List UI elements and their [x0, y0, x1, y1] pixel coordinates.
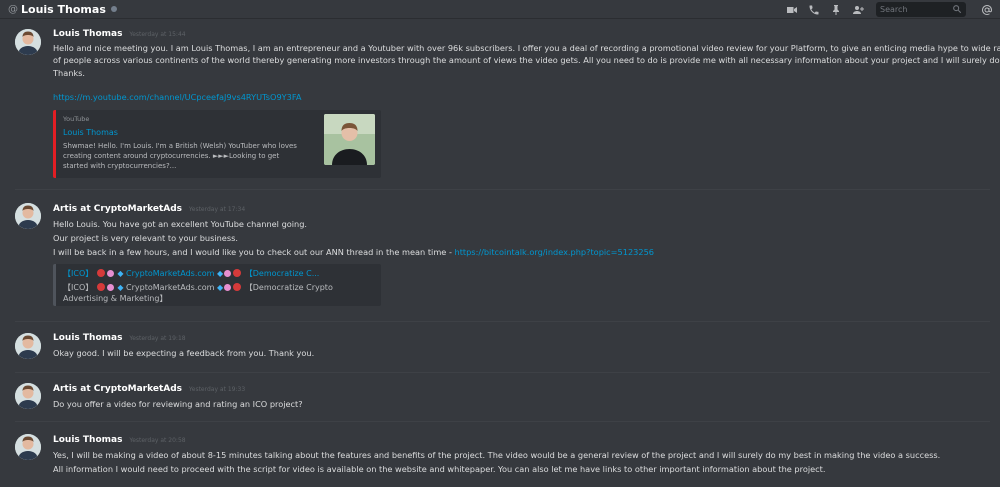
pin-icon[interactable] [828, 2, 844, 18]
message-author[interactable]: Louis Thomas [53, 29, 122, 39]
message-body: Artis at CryptoMarketAds Yesterday at 19… [53, 384, 990, 411]
message-text: Okay good. I will be expecting a feedbac… [53, 348, 315, 358]
link-embed: YouTube Louis Thomas Shwmae! Hello. I'm … [53, 110, 381, 178]
message-text: Yes, I will be making a video of about 8… [53, 450, 941, 460]
avatar[interactable] [15, 203, 41, 229]
message-author[interactable]: Artis at CryptoMarketAds [53, 384, 182, 394]
video-call-icon[interactable] [784, 2, 800, 18]
embed-description: Advertising & Marketing】 [63, 294, 168, 303]
no-entry-icon [96, 283, 105, 291]
diamond-icon: ◆ [217, 269, 224, 278]
rocket-icon [224, 284, 232, 291]
message-text: I will be back in a few hours, and I wou… [53, 247, 655, 257]
embed-description: Shwmae! Hello. I'm Louis. I'm a British … [63, 142, 297, 170]
message-divider [15, 372, 990, 373]
message-body: Louis Thomas Yesterday at 19:18 Okay goo… [53, 333, 990, 360]
embed-provider: YouTube [63, 115, 90, 123]
message-author[interactable]: Louis Thomas [53, 435, 122, 445]
message-author[interactable]: Louis Thomas [53, 333, 122, 343]
search-input[interactable] [876, 2, 946, 17]
mention-icon[interactable] [980, 3, 994, 17]
search-box[interactable] [876, 2, 966, 17]
embed-title[interactable]: 【ICO】 ◆ CryptoMarketAds.com ◆ 【Democrati… [63, 268, 319, 279]
message-author[interactable]: Artis at CryptoMarketAds [53, 204, 182, 214]
message-body: Louis Thomas Yesterday at 15:44 Hello an… [53, 29, 1000, 104]
message-text: Our project is very relevant to your bus… [53, 233, 238, 243]
embed-title[interactable]: Louis Thomas [63, 128, 118, 137]
embed-description: 【ICO】 ◆ CryptoMarketAds.com ◆ 【Democrati… [63, 283, 333, 292]
avatar[interactable] [15, 434, 41, 460]
bitcointalk-link[interactable]: https://bitcointalk.org/index.php?topic=… [455, 247, 655, 257]
avatar[interactable] [15, 383, 41, 409]
search-icon [953, 5, 962, 14]
message-divider [15, 421, 990, 422]
channel-title: Louis Thomas [21, 2, 106, 16]
at-icon: @ [8, 3, 18, 15]
avatar[interactable] [15, 333, 41, 359]
message-divider [15, 321, 990, 322]
voice-call-icon[interactable] [806, 2, 822, 18]
diamond-icon: ◆ [117, 269, 124, 278]
rocket-icon [106, 270, 114, 277]
embed-thumbnail[interactable] [324, 114, 375, 165]
rocket-icon [224, 270, 232, 277]
header-toolbar [778, 0, 1000, 19]
add-friend-icon[interactable] [850, 2, 866, 18]
message-text: of people across various continents of t… [53, 55, 1000, 65]
message-text: All information I would need to proceed … [53, 464, 826, 474]
message-body: Artis at CryptoMarketAds Yesterday at 17… [53, 204, 990, 259]
message-text: Hello Louis. You have got an excellent Y… [53, 219, 308, 229]
no-entry-icon [233, 269, 242, 277]
channel-header: @ Louis Thomas [0, 0, 1000, 19]
message-text: Thanks. [53, 68, 86, 78]
no-entry-icon [96, 269, 105, 277]
diamond-icon: ◆ [117, 283, 124, 292]
message-text: Do you offer a video for reviewing and r… [53, 399, 303, 409]
rocket-icon [106, 284, 114, 291]
diamond-icon: ◆ [217, 283, 224, 292]
message-timestamp: Yesterday at 19:33 [188, 386, 246, 393]
message-body: Louis Thomas Yesterday at 20:58 Yes, I w… [53, 435, 990, 476]
message-timestamp: Yesterday at 20:58 [129, 437, 186, 444]
message-timestamp: Yesterday at 15:44 [129, 31, 186, 38]
no-entry-icon [233, 283, 242, 291]
status-indicator [110, 6, 117, 12]
avatar[interactable] [15, 29, 41, 55]
message-text: Hello and nice meeting you. I am Louis T… [53, 43, 1000, 53]
youtube-link[interactable]: https://m.youtube.com/channel/UCpceefaJ9… [53, 90, 990, 104]
message-divider [15, 189, 990, 190]
message-timestamp: Yesterday at 17:34 [188, 206, 246, 213]
message-timestamp: Yesterday at 19:18 [129, 335, 186, 342]
link-embed: 【ICO】 ◆ CryptoMarketAds.com ◆ 【Democrati… [53, 264, 381, 306]
